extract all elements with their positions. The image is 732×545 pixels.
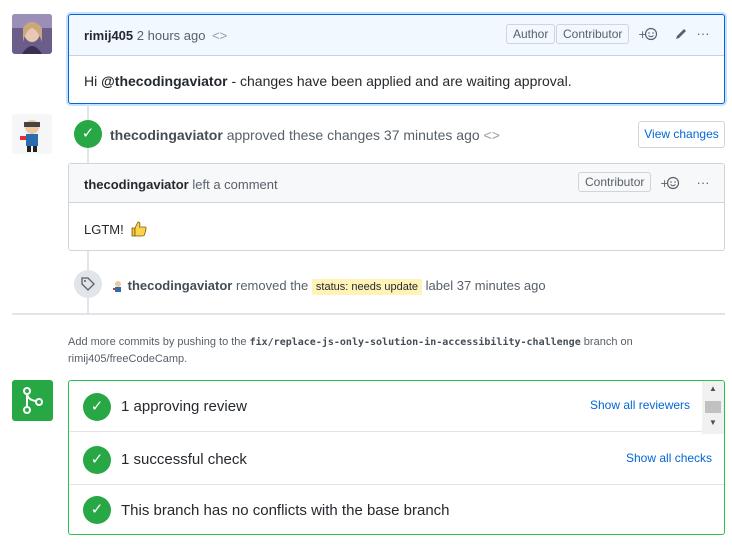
comment-body: LGTM!	[69, 203, 724, 258]
scroll-down-icon[interactable]: ▼	[702, 416, 724, 430]
comment-author-line: thecodingaviator left a comment	[84, 177, 278, 192]
comment-text: LGTM!	[84, 221, 124, 237]
show-all-checks-link[interactable]: Show all checks	[626, 451, 712, 465]
author-badge: Author	[506, 24, 556, 44]
contributor-badge: Contributor	[578, 172, 652, 192]
code-icon: <>	[212, 28, 228, 43]
label-event-action: removed the	[236, 278, 309, 293]
comment-author[interactable]: thecodingaviator	[84, 177, 189, 192]
comment-action: left a comment	[192, 177, 278, 192]
tag-icon	[74, 270, 102, 298]
review-status-row: ✓ 1 approving review Show all reviewers	[69, 381, 702, 432]
smiley-icon[interactable]: +	[637, 24, 659, 44]
comment-header: thecodingaviator left a comment Contribu…	[69, 164, 724, 203]
repo-name[interactable]: rimij405/freeCodeCamp.	[68, 353, 187, 365]
scrollbar[interactable]: ▲ ▼	[702, 381, 724, 434]
pencil-icon[interactable]	[670, 24, 692, 44]
kebab-icon[interactable]: ···	[692, 24, 714, 44]
comment-header: rimij405 2 hours ago <> Author Contribut…	[69, 15, 724, 56]
comment-body: Hi @thecodingaviator - changes have been…	[69, 56, 724, 106]
scroll-thumb[interactable]	[705, 401, 721, 413]
avatar-rimij405[interactable]	[12, 14, 52, 54]
kebab-icon[interactable]: ···	[692, 173, 714, 193]
checks-status-title: 1 successful check	[121, 451, 247, 468]
conflicts-status-title: This branch has no conflicts with the ba…	[121, 502, 450, 519]
view-changes-button[interactable]: View changes	[638, 121, 725, 148]
label-pill[interactable]: status: needs update	[311, 279, 423, 295]
approval-event: thecodingaviator approved these changes …	[110, 127, 500, 143]
push-info: Add more commits by pushing to the fix/r…	[68, 334, 688, 368]
merge-status-box: ✓ 1 approving review Show all reviewers …	[68, 380, 725, 535]
smiley-icon[interactable]: +	[659, 173, 681, 193]
push-info-middle: branch on	[583, 336, 633, 348]
merge-icon	[12, 380, 53, 421]
show-all-reviewers-link[interactable]: Show all reviewers	[590, 398, 690, 412]
branch-name[interactable]: fix/replace-js-only-solution-in-accessib…	[250, 337, 581, 348]
scroll-up-icon[interactable]: ▲	[702, 382, 724, 396]
avatar-thecodingaviator[interactable]	[12, 114, 52, 154]
push-info-prefix: Add more commits by pushing to the	[68, 336, 247, 348]
approval-text[interactable]: approved these changes 37 minutes ago	[227, 127, 480, 143]
contributor-badge: Contributor	[556, 24, 630, 44]
timeline-divider	[12, 313, 725, 315]
comment-time[interactable]: 2 hours ago	[137, 28, 206, 43]
thumbs-up-icon	[130, 220, 148, 241]
comment-text: Hi	[84, 73, 102, 89]
checks-status-row: ✓ 1 successful check Show all checks	[69, 434, 724, 485]
timeline-line	[87, 146, 89, 163]
check-icon: ✓	[74, 120, 102, 148]
check-icon: ✓	[83, 393, 111, 421]
code-icon: <>	[483, 127, 500, 143]
comment-author-line: rimij405 2 hours ago <>	[84, 28, 227, 43]
comment-text-rest: - changes have been applied and are wait…	[227, 73, 572, 89]
approval-author[interactable]: thecodingaviator	[110, 127, 223, 143]
review-status-title: 1 approving review	[121, 398, 247, 415]
conflicts-status-row: ✓ This branch has no conflicts with the …	[69, 485, 724, 534]
comment-rimij405: rimij405 2 hours ago <> Author Contribut…	[68, 14, 725, 104]
label-event-time: label 37 minutes ago	[425, 278, 546, 293]
check-icon: ✓	[83, 446, 111, 474]
label-event: thecodingaviator removed the status: nee…	[112, 278, 546, 295]
check-icon: ✓	[83, 496, 111, 524]
timeline-line	[87, 104, 89, 120]
mention-link[interactable]: @thecodingaviator	[101, 73, 227, 89]
mini-avatar[interactable]	[112, 280, 124, 294]
label-event-author[interactable]: thecodingaviator	[128, 278, 233, 293]
comment-thecodingaviator: thecodingaviator left a comment Contribu…	[68, 163, 725, 251]
comment-author[interactable]: rimij405	[84, 28, 133, 43]
